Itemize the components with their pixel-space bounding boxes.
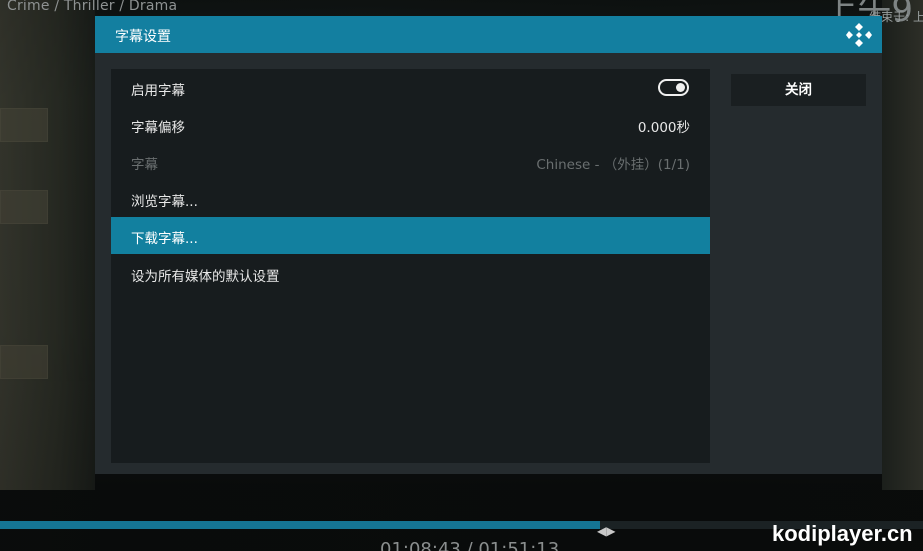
dialog-title: 字幕设置 [115, 29, 171, 45]
setting-row-enable-subtitles[interactable]: 启用字幕 [111, 69, 710, 106]
setting-label: 下载字幕... [131, 231, 198, 247]
enable-subtitles-toggle[interactable] [658, 79, 689, 96]
setting-label: 浏览字幕... [131, 194, 198, 210]
genre-text: Crime / Thriller / Drama [7, 0, 178, 14]
setting-label: 字幕偏移 [131, 120, 185, 136]
close-button[interactable]: 关闭 [731, 74, 866, 106]
background-shape [0, 345, 48, 379]
video-background-right [882, 0, 923, 490]
playback-progress-fill [0, 521, 600, 529]
setting-label: 设为所有媒体的默认设置 [131, 269, 280, 285]
setting-row-subtitle-track: 字幕 Chinese - （外挂）(1/1) [111, 143, 710, 180]
setting-row-download-subtitles[interactable]: 下载字幕... [111, 217, 710, 254]
seek-handle-icon[interactable]: ◀▶ [597, 524, 615, 538]
watermark-text: kodiplayer.cn [772, 521, 913, 546]
toggle-knob [676, 83, 685, 92]
setting-label: 启用字幕 [131, 83, 185, 99]
subtitle-settings-dialog: 字幕设置 启用字幕 字幕偏移 0.000秒 字幕 Chinese - （外挂）(… [95, 16, 882, 474]
background-shape [0, 190, 48, 224]
time-readout: 01:08:43 / 01:51:13 [380, 539, 560, 551]
video-background-left [0, 0, 95, 490]
settings-list: 启用字幕 字幕偏移 0.000秒 字幕 Chinese - （外挂）(1/1) … [111, 69, 710, 463]
setting-row-set-default[interactable]: 设为所有媒体的默认设置 [111, 255, 710, 292]
dialog-header: 字幕设置 [95, 16, 882, 53]
setting-value: Chinese - （外挂）(1/1) [536, 157, 690, 173]
setting-value: 0.000秒 [637, 120, 690, 136]
setting-row-browse-subtitles[interactable]: 浏览字幕... [111, 180, 710, 217]
background-shape [0, 108, 48, 142]
setting-label: 字幕 [131, 157, 158, 173]
kodi-logo-icon [846, 23, 872, 47]
setting-row-subtitle-offset[interactable]: 字幕偏移 0.000秒 [111, 106, 710, 143]
